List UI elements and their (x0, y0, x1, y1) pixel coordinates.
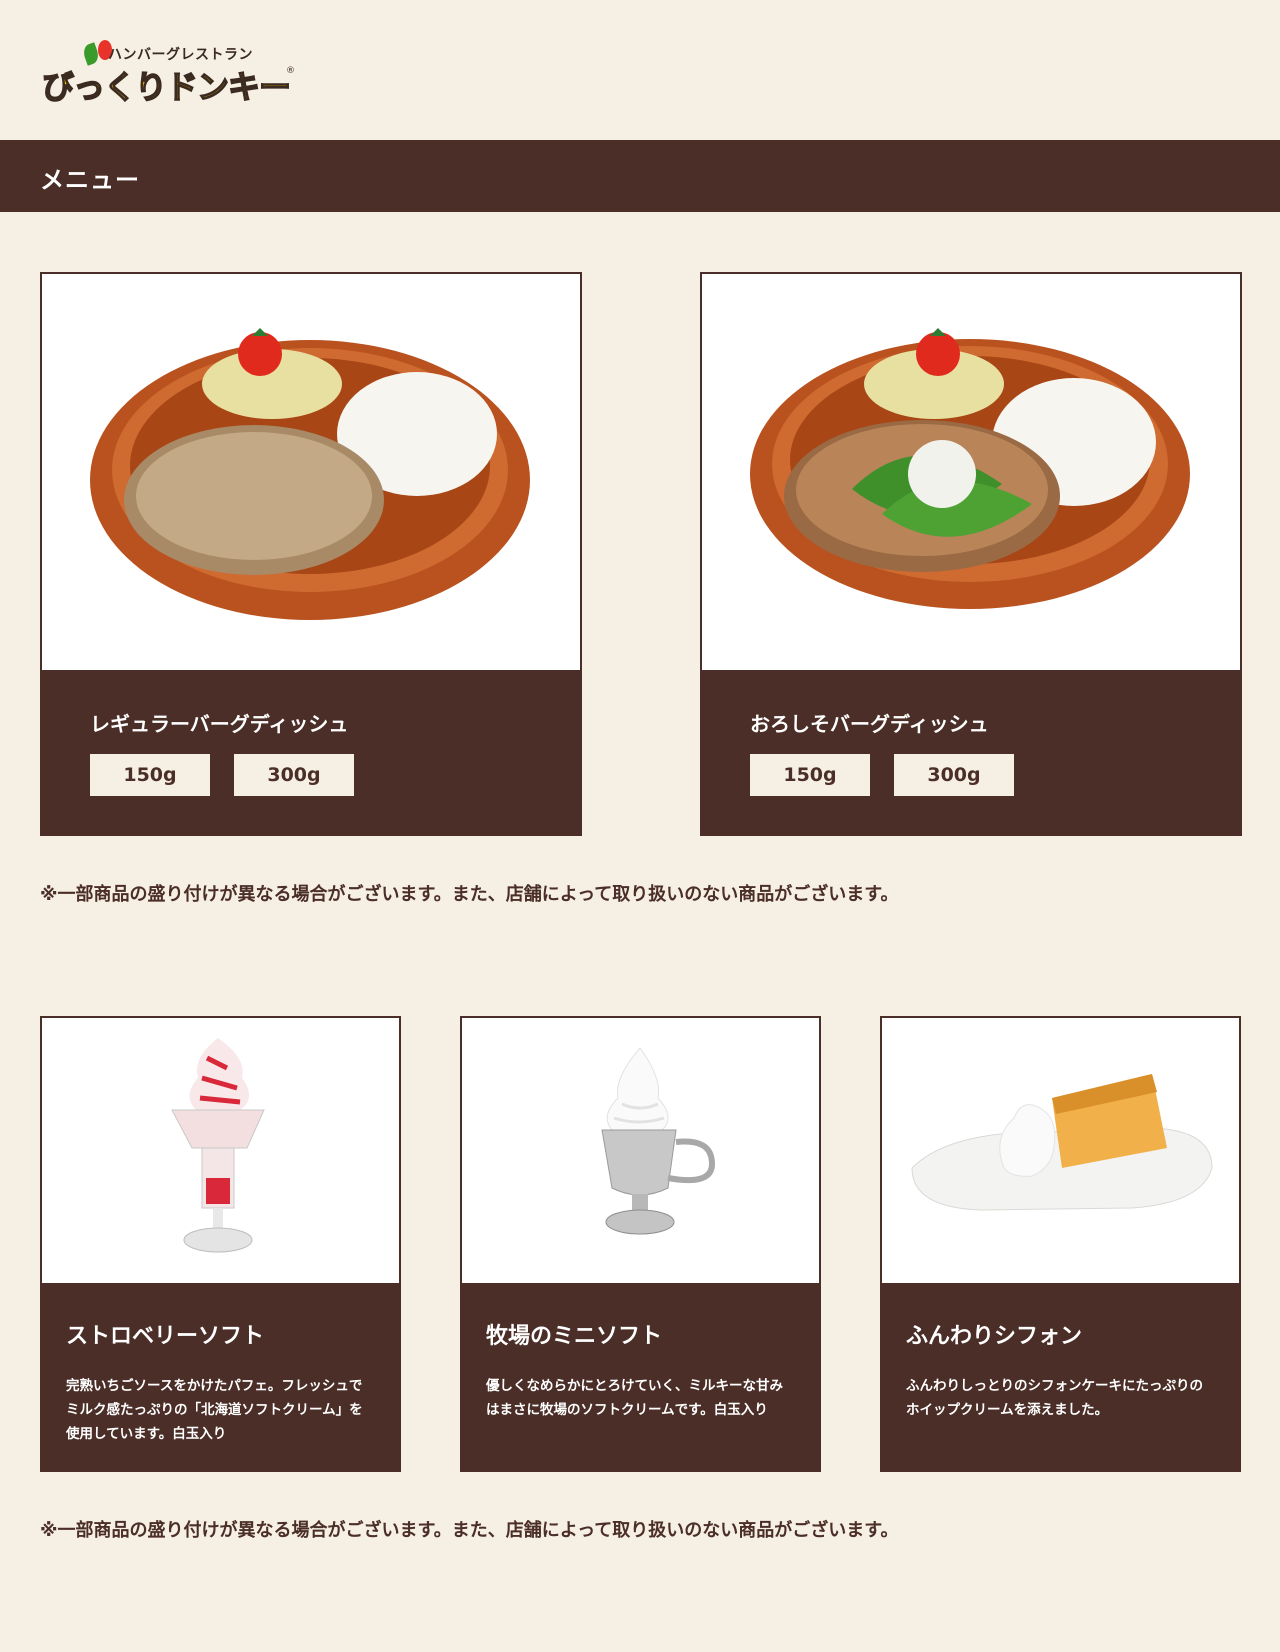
dessert-card-chiffon[interactable]: ふんわりシフォン ふんわりしっとりのシフォンケーキにたっぷりの ホイップクリーム… (880, 1016, 1241, 1472)
dessert-image (42, 1018, 399, 1283)
dessert-description: ふんわりしっとりのシフォンケーキにたっぷりの ホイップクリームを添えました。 (906, 1374, 1226, 1422)
disclaimer-note: ※一部商品の盛り付けが異なる場合がございます。また、店舗によって取り扱いのない商… (40, 1520, 899, 1541)
dish-card-oroshiso[interactable]: おろしそバーグディッシュ 150g 300g (700, 272, 1242, 836)
dessert-name: ふんわりシフォン (906, 1324, 1083, 1349)
dish-image (42, 274, 580, 670)
menu-title-bar: メニュー (0, 140, 1280, 212)
dish-name: おろしそバーグディッシュ (750, 712, 989, 736)
dessert-description: 完熟いちごソースをかけたパフェ。フレッシュで ミルク感たっぷりの「北海道ソフトク… (66, 1374, 386, 1446)
description-line: 完熟いちごソースをかけたパフェ。フレッシュで (66, 1378, 363, 1394)
disclaimer-note: ※一部商品の盛り付けが異なる場合がございます。また、店舗によって取り扱いのない商… (40, 884, 899, 905)
site-header: ハンバーグレストラン びっくりドンキー ® (0, 0, 1280, 140)
description-line: 優しくなめらかにとろけていく、ミルキーな甘み (486, 1378, 783, 1394)
dish-card-regular[interactable]: レギュラーバーグディッシュ 150g 300g (40, 272, 582, 836)
size-300g-button[interactable]: 300g (234, 754, 354, 796)
dish-name: レギュラーバーグディッシュ (90, 712, 349, 736)
page-title: メニュー (40, 166, 140, 194)
logo-wordmark: びっくりドンキー (41, 67, 292, 107)
dessert-image (882, 1018, 1239, 1283)
registered-mark: ® (286, 66, 295, 76)
size-150g-button[interactable]: 150g (90, 754, 210, 796)
dish-image (702, 274, 1240, 670)
dessert-image (462, 1018, 819, 1283)
dessert-name: ストロベリーソフト (66, 1324, 265, 1349)
dessert-description: 優しくなめらかにとろけていく、ミルキーな甘み はまさに牧場のソフトクリームです。… (486, 1374, 806, 1422)
logo-subtitle: ハンバーグレストラン (108, 47, 253, 63)
dessert-name: 牧場のミニソフト (486, 1324, 663, 1349)
description-line: はまさに牧場のソフトクリームです。白玉入り (486, 1402, 768, 1418)
description-line: ミルク感たっぷりの「北海道ソフトクリーム」を (66, 1402, 363, 1418)
dessert-card-strawberry[interactable]: ストロベリーソフト 完熟いちごソースをかけたパフェ。フレッシュで ミルク感たっぷ… (40, 1016, 401, 1472)
dessert-card-mini-soft[interactable]: 牧場のミニソフト 優しくなめらかにとろけていく、ミルキーな甘み はまさに牧場のソ… (460, 1016, 821, 1472)
description-line: ホイップクリームを添えました。 (906, 1402, 1109, 1418)
description-line: 使用しています。白玉入り (66, 1426, 227, 1442)
size-300g-button[interactable]: 300g (894, 754, 1014, 796)
size-150g-button[interactable]: 150g (750, 754, 870, 796)
description-line: ふんわりしっとりのシフォンケーキにたっぷりの (906, 1378, 1203, 1394)
brand-logo[interactable]: ハンバーグレストラン びっくりドンキー ® (40, 40, 295, 112)
